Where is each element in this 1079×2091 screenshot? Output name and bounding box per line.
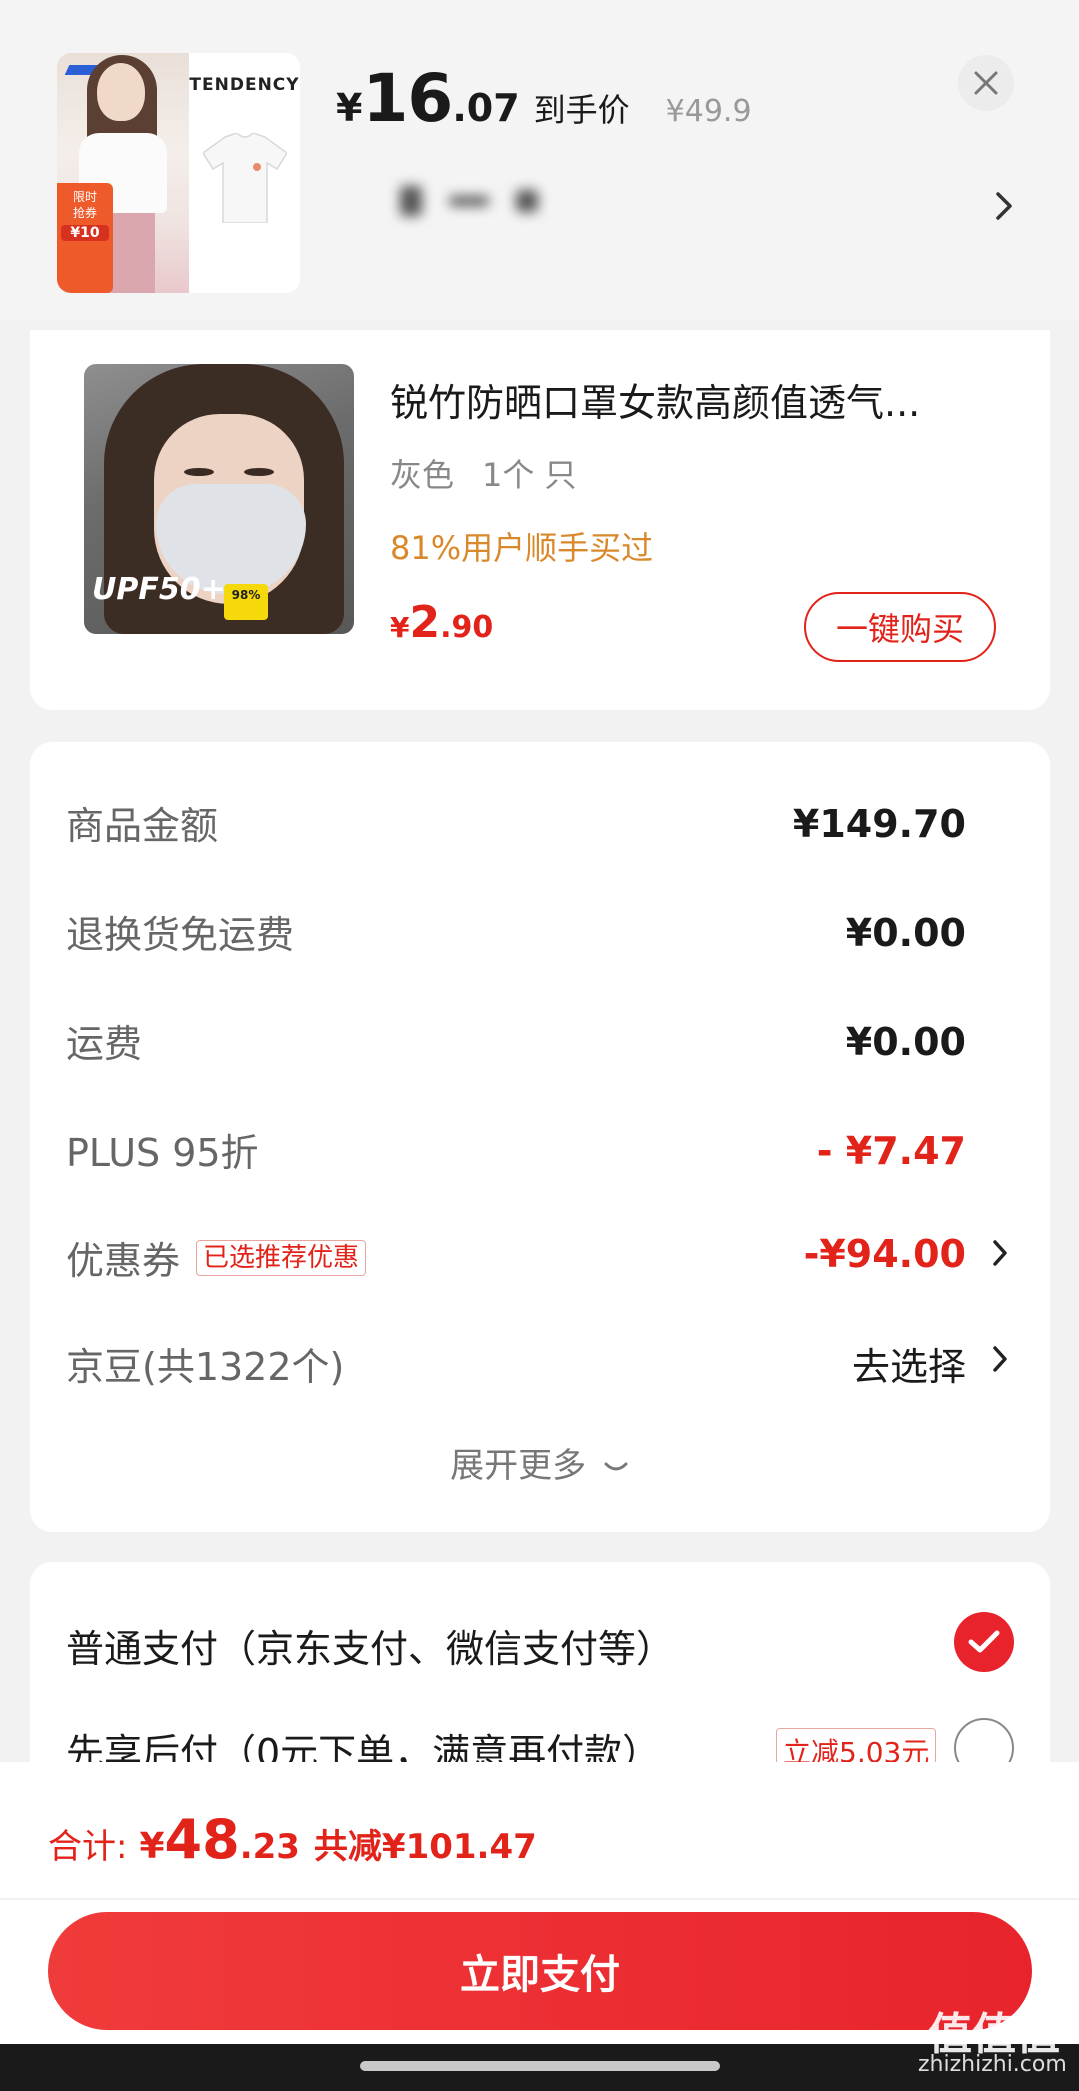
chevron-right-icon[interactable] bbox=[992, 186, 1016, 226]
addon-product-image[interactable]: UPF50+ 98% bbox=[84, 364, 354, 634]
pay-now-button[interactable]: 立即支付 bbox=[48, 1912, 1032, 2030]
tshirt-icon bbox=[203, 133, 287, 223]
jingdou-chevron-icon[interactable] bbox=[990, 1342, 1010, 1376]
upf-badge: UPF50+ bbox=[92, 572, 226, 607]
close-button[interactable] bbox=[958, 55, 1014, 111]
summary-label-coupon: 优惠券 bbox=[66, 1239, 181, 1283]
model-photo: 限时 抢券 ¥10 bbox=[57, 53, 189, 293]
tshirt-photo: TENDENCY bbox=[189, 53, 300, 293]
addon-product-title[interactable]: 锐竹防晒口罩女款高颜值透气... bbox=[390, 372, 920, 427]
total-label: 合计: bbox=[48, 1827, 128, 1867]
thumb-brand-text: TENDENCY bbox=[189, 75, 300, 95]
summary-value-coupon[interactable]: -¥94.00 bbox=[804, 1232, 966, 1276]
blurred-spec-selector[interactable] bbox=[400, 186, 620, 230]
promo-coupon-tag: 限时 抢券 ¥10 bbox=[57, 183, 113, 293]
uv-rate-badge: 98% bbox=[224, 584, 268, 620]
payment-option-standard[interactable]: 普通支付（京东支付、微信支付等） bbox=[66, 1618, 674, 1673]
order-total: 合计: ¥ 48 .23 共减¥101.47 bbox=[48, 1808, 537, 1871]
payment-standard-radio[interactable] bbox=[954, 1612, 1014, 1672]
close-icon bbox=[974, 71, 998, 95]
summary-label-return-shipping: 退换货免运费 bbox=[66, 913, 295, 957]
summary-label-shipping: 运费 bbox=[66, 1022, 143, 1066]
addon-product-spec: 灰色 1个 只 bbox=[390, 456, 577, 494]
original-price: ¥49.9 bbox=[665, 94, 752, 129]
watermark-url: zhizhizhi.com bbox=[918, 2052, 1067, 2077]
summary-row-coupon[interactable]: 优惠券 已选推荐优惠 bbox=[66, 1230, 367, 1285]
summary-label-goods: 商品金额 bbox=[66, 804, 219, 848]
summary-label-jingdou: 京豆(共1322个) bbox=[66, 1345, 345, 1389]
home-indicator[interactable] bbox=[360, 2061, 720, 2071]
final-price: ¥ 16 .07 到手价 ¥49.9 bbox=[336, 60, 752, 137]
chevron-down-icon bbox=[604, 1462, 628, 1470]
expand-more-link[interactable]: 展开更多 bbox=[0, 1438, 1079, 1487]
main-product-thumbnail[interactable]: 限时 抢券 ¥10 TENDENCY bbox=[57, 53, 300, 293]
jingdou-select-link[interactable]: 去选择 bbox=[852, 1336, 966, 1391]
coupon-chevron-icon[interactable] bbox=[990, 1236, 1010, 1270]
summary-value-plus-discount: - ¥7.47 bbox=[816, 1129, 966, 1173]
summary-label-plus-discount: PLUS 95折 bbox=[66, 1131, 259, 1175]
addon-buyers-hint: 81%用户顺手买过 bbox=[390, 529, 654, 567]
addon-product-price: ¥ 2 .90 bbox=[390, 597, 494, 648]
total-saved: 共减¥101.47 bbox=[313, 1827, 537, 1867]
summary-value-shipping: ¥0.00 bbox=[845, 1020, 966, 1064]
coupon-recommended-tag: 已选推荐优惠 bbox=[196, 1239, 367, 1276]
summary-value-return-shipping: ¥0.00 bbox=[845, 911, 966, 955]
checkmark-icon bbox=[968, 1630, 1000, 1653]
one-click-buy-button[interactable]: 一键购买 bbox=[804, 592, 996, 662]
summary-value-goods: ¥149.70 bbox=[792, 802, 966, 846]
final-price-label: 到手价 bbox=[533, 91, 630, 129]
divider bbox=[0, 1898, 1079, 1900]
